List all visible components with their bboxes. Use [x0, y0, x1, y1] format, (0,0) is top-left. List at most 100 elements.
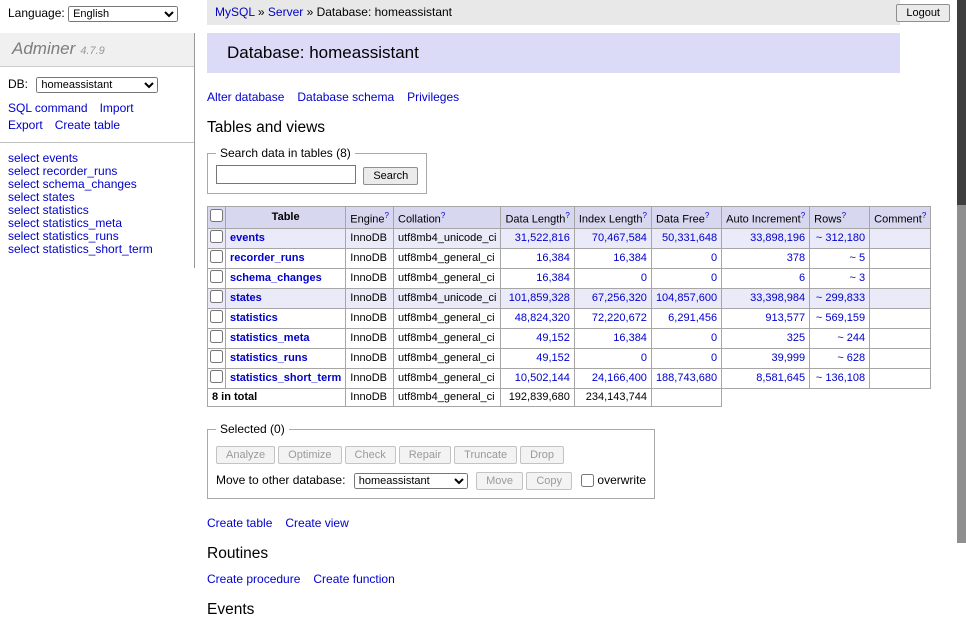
column-header: Rows? — [810, 206, 870, 229]
row-checkbox[interactable] — [210, 290, 223, 303]
copy-button[interactable]: Copy — [526, 472, 572, 490]
analyze-button[interactable]: Analyze — [216, 446, 275, 464]
table-name-link[interactable]: statistics — [230, 312, 278, 324]
auto-increment-link[interactable]: 33,898,196 — [750, 232, 805, 244]
table-name-link[interactable]: schema_changes — [230, 272, 322, 284]
table-name-link[interactable]: statistics_runs — [230, 352, 308, 364]
index-length-link[interactable]: 72,220,672 — [592, 312, 647, 324]
action-link[interactable]: Privileges — [407, 90, 459, 104]
scrollbar-thumb[interactable] — [957, 0, 966, 205]
action-link[interactable]: Create function — [313, 572, 394, 586]
data-free-link[interactable]: 6,291,456 — [668, 312, 717, 324]
data-length-link[interactable]: 101,859,328 — [509, 292, 570, 304]
sidebar-action-link[interactable]: Import — [100, 101, 134, 115]
table-name-link[interactable]: states — [230, 292, 262, 304]
auto-increment-link[interactable]: 33,398,984 — [750, 292, 805, 304]
index-length-link[interactable]: 16,384 — [613, 332, 647, 344]
index-length-link[interactable]: 70,467,584 — [592, 232, 647, 244]
data-free-link[interactable]: 188,743,680 — [656, 372, 717, 384]
overwrite-checkbox[interactable] — [581, 474, 594, 487]
help-link[interactable]: ? — [922, 211, 926, 220]
table-name-link[interactable]: recorder_runs — [230, 252, 305, 264]
action-link[interactable]: Create view — [285, 516, 348, 530]
select-all-checkbox[interactable] — [210, 209, 223, 222]
index-length-link[interactable]: 16,384 — [613, 252, 647, 264]
help-link[interactable]: ? — [441, 211, 445, 220]
scrollbar[interactable] — [957, 0, 966, 543]
breadcrumb-link[interactable]: Server — [268, 5, 303, 19]
help-link[interactable]: ? — [642, 211, 646, 220]
drop-button[interactable]: Drop — [520, 446, 564, 464]
action-link[interactable]: Create procedure — [207, 572, 300, 586]
sidebar-action-link[interactable]: SQL command — [8, 101, 88, 115]
auto-increment-link[interactable]: 378 — [787, 252, 805, 264]
search-input[interactable] — [216, 165, 356, 184]
data-free-link[interactable]: 0 — [711, 332, 717, 344]
row-checkbox[interactable] — [210, 230, 223, 243]
data-length-link[interactable]: 16,384 — [536, 272, 570, 284]
table-name-link[interactable]: events — [230, 232, 265, 244]
column-header: Collation? — [394, 206, 501, 229]
index-length-link[interactable]: 24,166,400 — [592, 372, 647, 384]
data-length-link[interactable]: 49,152 — [536, 352, 570, 364]
data-length-link[interactable]: 31,522,816 — [515, 232, 570, 244]
rows-link[interactable]: ~ 5 — [850, 252, 866, 264]
row-checkbox[interactable] — [210, 270, 223, 283]
rows-link[interactable]: ~ 136,108 — [816, 372, 865, 384]
data-free-link[interactable]: 104,857,600 — [656, 292, 717, 304]
logout-button[interactable]: Logout — [896, 4, 950, 22]
data-length-link[interactable]: 49,152 — [536, 332, 570, 344]
index-length-link[interactable]: 0 — [641, 272, 647, 284]
help-link[interactable]: ? — [801, 211, 805, 220]
language-select[interactable]: English — [68, 6, 178, 22]
repair-button[interactable]: Repair — [399, 446, 451, 464]
auto-increment-link[interactable]: 913,577 — [765, 312, 805, 324]
rows-link[interactable]: ~ 569,159 — [816, 312, 865, 324]
data-free-link[interactable]: 0 — [711, 252, 717, 264]
data-free-link[interactable]: 0 — [711, 352, 717, 364]
rows-link[interactable]: ~ 244 — [837, 332, 865, 344]
data-free-link[interactable]: 50,331,648 — [662, 232, 717, 244]
sidebar-action-link[interactable]: Create table — [55, 118, 120, 132]
data-length-link[interactable]: 10,502,144 — [515, 372, 570, 384]
auto-increment-link[interactable]: 8,581,645 — [756, 372, 805, 384]
help-link[interactable]: ? — [705, 211, 709, 220]
help-link[interactable]: ? — [842, 211, 846, 220]
table-name-link[interactable]: statistics_short_term — [230, 372, 341, 384]
sidebar-divider — [0, 142, 194, 143]
auto-increment-link[interactable]: 39,999 — [772, 352, 806, 364]
search-button[interactable]: Search — [363, 167, 418, 185]
row-checkbox[interactable] — [210, 330, 223, 343]
data-length-link[interactable]: 48,824,320 — [515, 312, 570, 324]
index-length-link[interactable]: 0 — [641, 352, 647, 364]
rows-link[interactable]: ~ 299,833 — [816, 292, 865, 304]
breadcrumb-link[interactable]: MySQL — [215, 5, 255, 19]
help-link[interactable]: ? — [385, 211, 389, 220]
index-length-link[interactable]: 67,256,320 — [592, 292, 647, 304]
app-logo[interactable]: Adminer — [12, 39, 75, 58]
data-length-link[interactable]: 16,384 — [536, 252, 570, 264]
db-select[interactable]: homeassistant — [36, 77, 158, 93]
rows-link[interactable]: ~ 3 — [850, 272, 866, 284]
action-link[interactable]: Create table — [207, 516, 272, 530]
check-button[interactable]: Check — [345, 446, 396, 464]
sidebar-table-link[interactable]: select statistics_short_term — [8, 243, 186, 256]
move-db-select[interactable]: homeassistant — [354, 473, 468, 489]
row-checkbox[interactable] — [210, 350, 223, 363]
optimize-button[interactable]: Optimize — [278, 446, 341, 464]
sidebar-action-link[interactable]: Export — [8, 118, 43, 132]
row-checkbox[interactable] — [210, 370, 223, 383]
move-button[interactable]: Move — [476, 472, 523, 490]
truncate-button[interactable]: Truncate — [454, 446, 517, 464]
data-free-link[interactable]: 0 — [711, 272, 717, 284]
action-link[interactable]: Alter database — [207, 90, 284, 104]
auto-increment-link[interactable]: 325 — [787, 332, 805, 344]
auto-increment-link[interactable]: 6 — [799, 272, 805, 284]
row-checkbox[interactable] — [210, 250, 223, 263]
action-link[interactable]: Database schema — [297, 90, 394, 104]
table-name-link[interactable]: statistics_meta — [230, 332, 310, 344]
row-checkbox[interactable] — [210, 310, 223, 323]
rows-link[interactable]: ~ 628 — [837, 352, 865, 364]
help-link[interactable]: ? — [565, 211, 569, 220]
rows-link[interactable]: ~ 312,180 — [816, 232, 865, 244]
